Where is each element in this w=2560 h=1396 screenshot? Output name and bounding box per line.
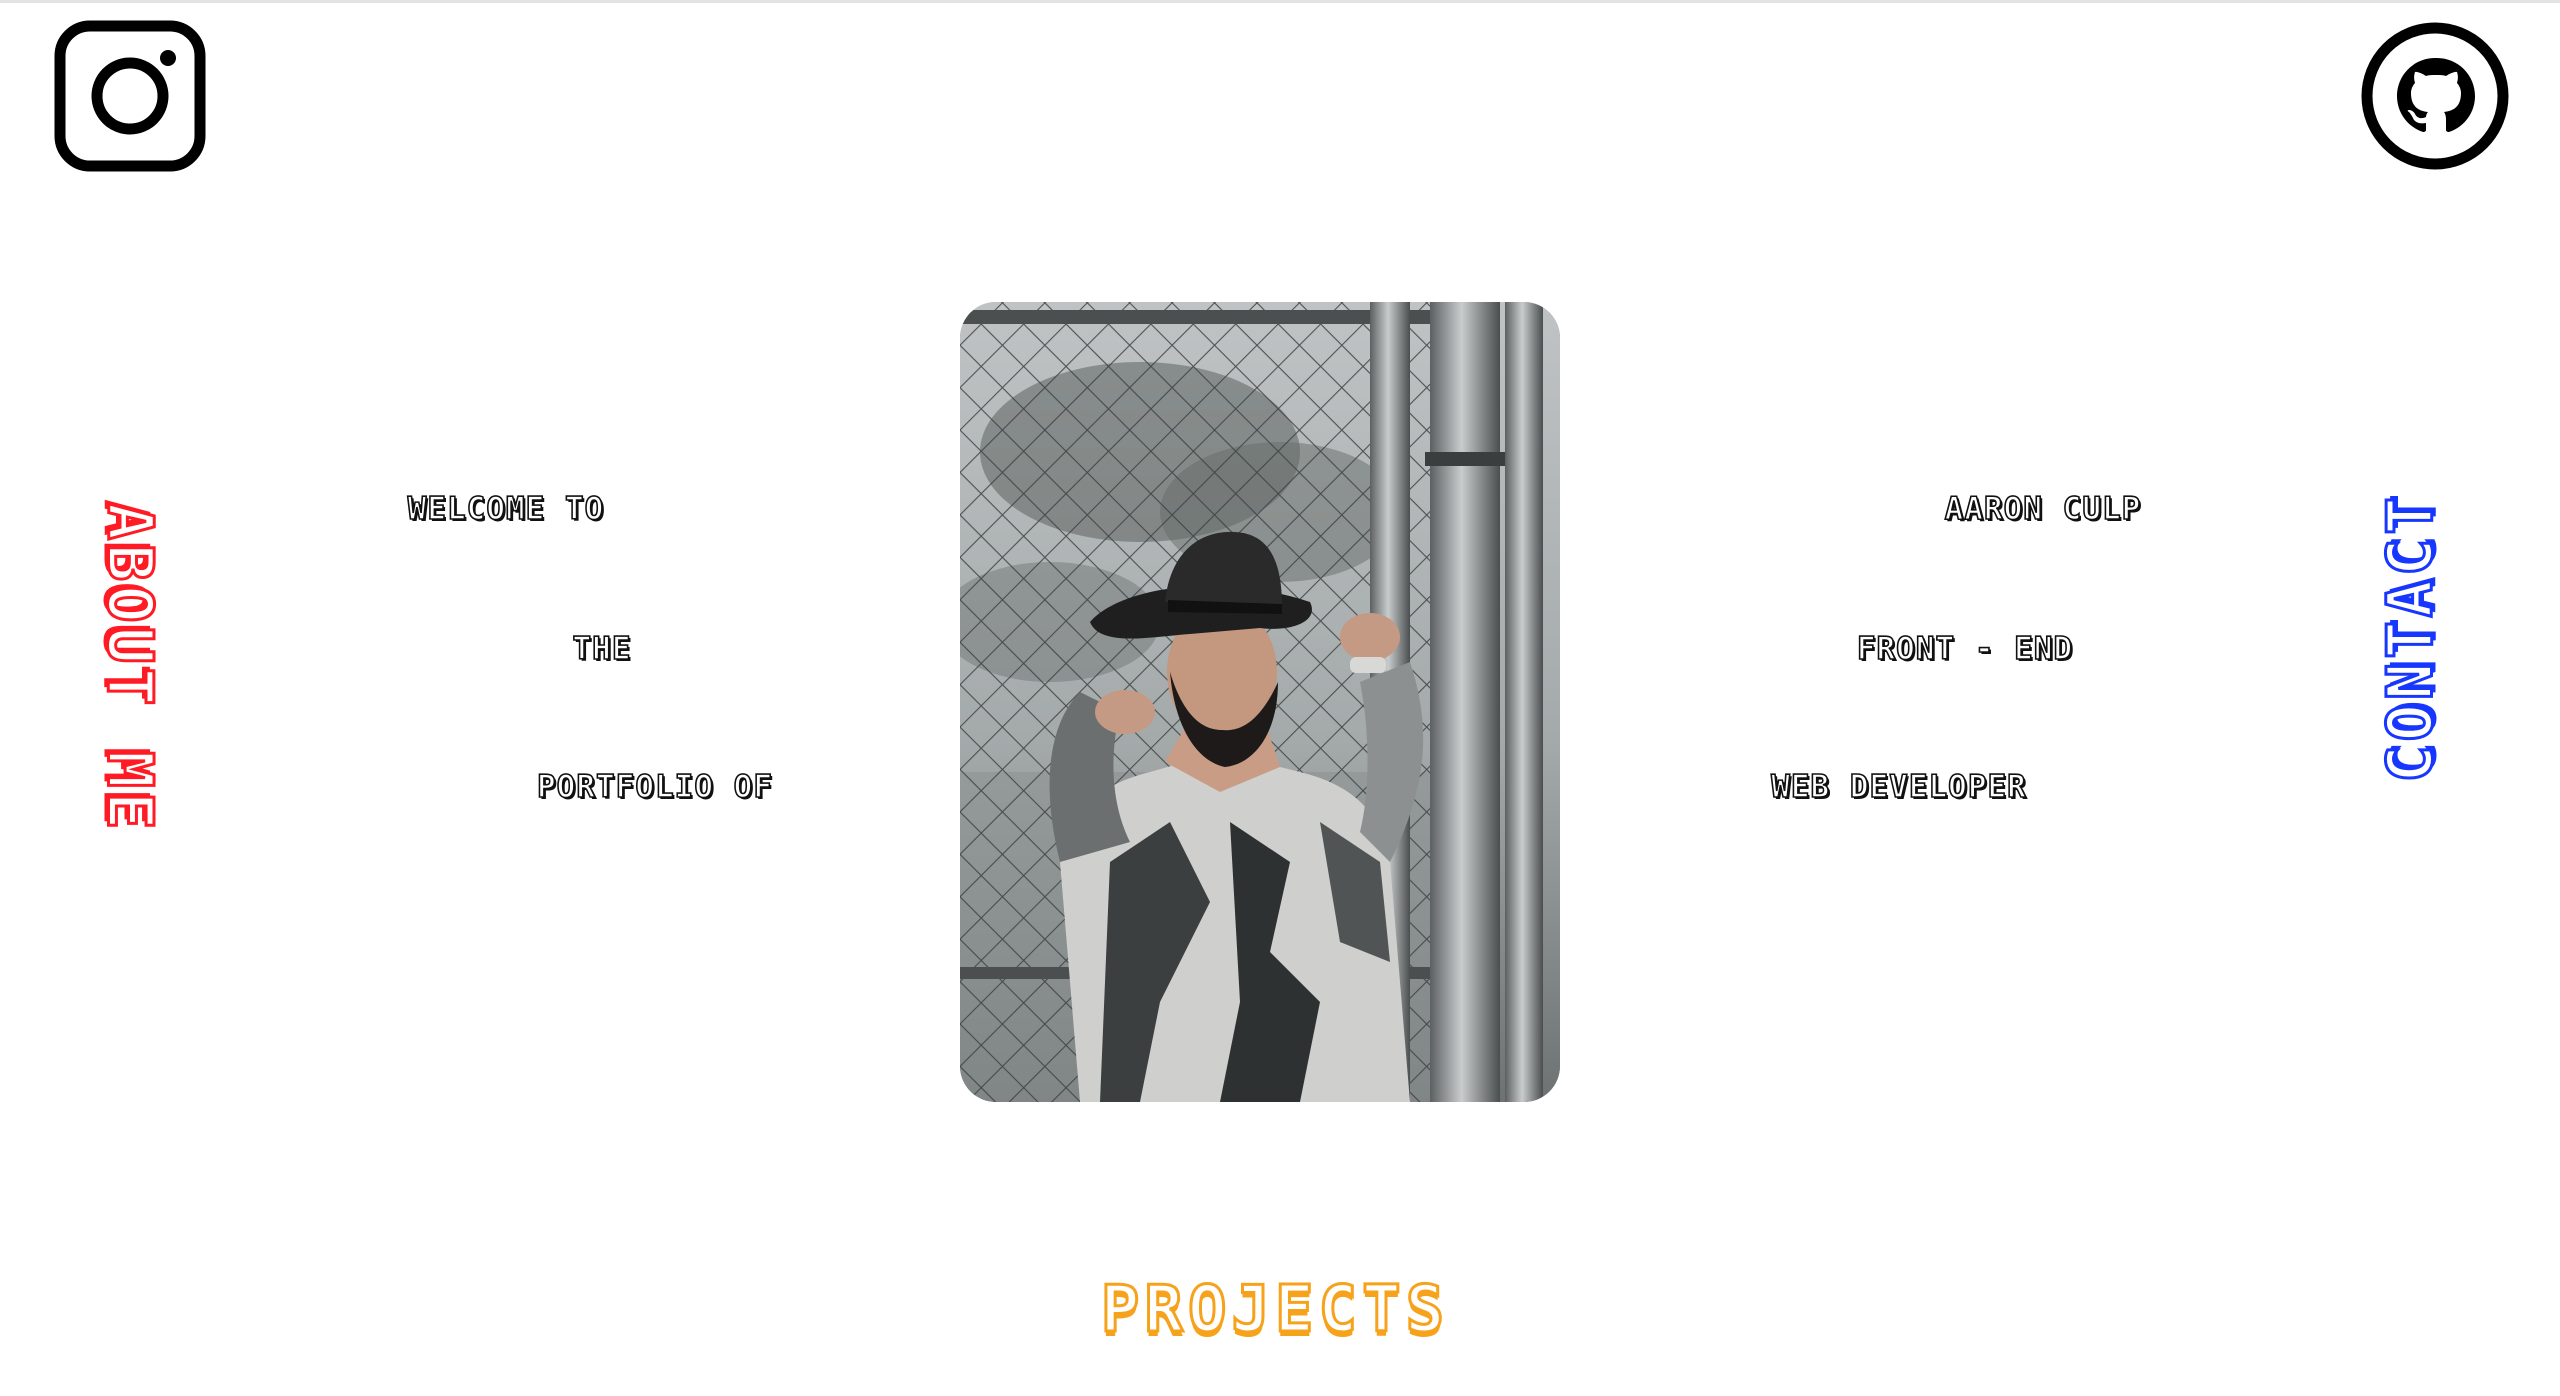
- instagram-link[interactable]: [54, 20, 206, 172]
- intro-line-name: AARON CULP: [1944, 490, 2142, 528]
- github-link[interactable]: [2359, 20, 2511, 172]
- profile-photo: [960, 302, 1560, 1102]
- intro-line-portfolio: PORTFOLIO OF: [536, 768, 773, 806]
- intro-line-web-developer: WEB DEVELOPER: [1770, 768, 2027, 806]
- about-me-link[interactable]: ABOUT ME: [92, 501, 168, 835]
- intro-line-welcome: WELCOME TO: [407, 490, 605, 528]
- projects-link[interactable]: PROJECTS: [1099, 1272, 1449, 1349]
- instagram-icon: [54, 20, 206, 172]
- intro-line-the: THE: [572, 630, 632, 668]
- contact-link[interactable]: CONTACT: [2372, 492, 2448, 784]
- intro-line-front-end: FRONT - END: [1856, 630, 2074, 668]
- github-icon: [2361, 22, 2509, 170]
- top-border: [0, 0, 2560, 3]
